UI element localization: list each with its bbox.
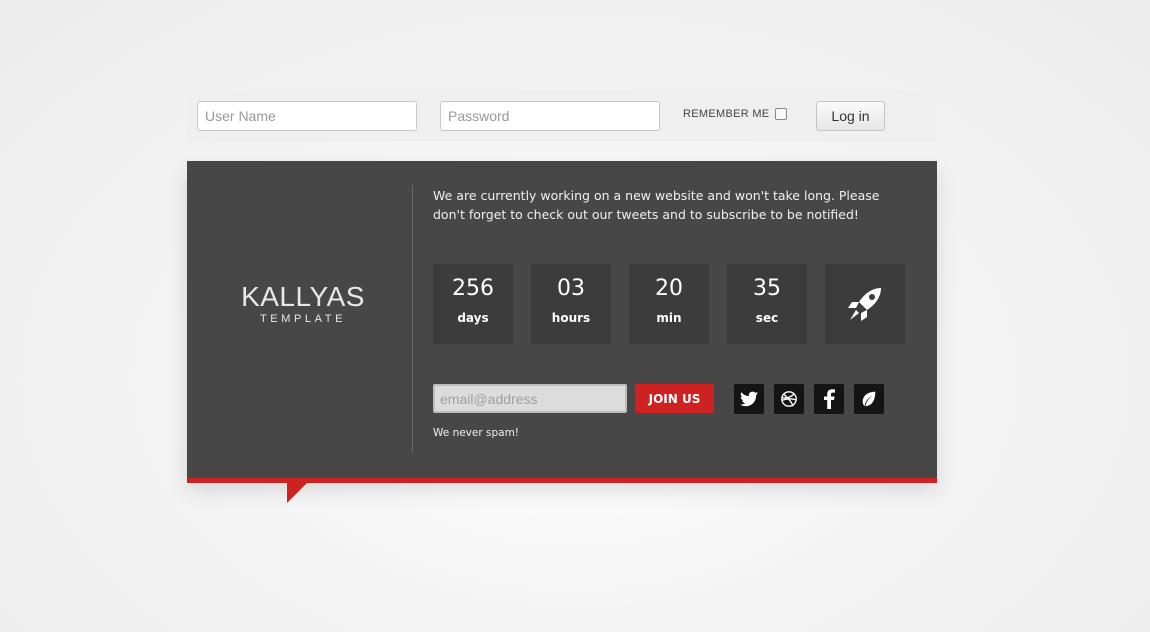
- username-input[interactable]: [197, 101, 417, 131]
- status-message: We are currently working on a new websit…: [433, 188, 880, 222]
- password-input[interactable]: [440, 101, 660, 131]
- email-input[interactable]: [433, 384, 627, 413]
- countdown-value: 20: [655, 276, 683, 301]
- rocket-box: [825, 264, 905, 344]
- leaf-link[interactable]: [854, 384, 884, 414]
- accent-arrow: [287, 483, 307, 503]
- login-button[interactable]: Log in: [816, 101, 885, 131]
- dribbble-icon: [781, 391, 797, 407]
- facebook-icon: [824, 389, 835, 409]
- logo: KALLYAS TEMPLATE: [240, 281, 366, 326]
- countdown-value: 03: [557, 276, 585, 301]
- remember-me-label: REMEMBER ME: [683, 108, 770, 120]
- countdown-value: 256: [452, 276, 494, 301]
- dribbble-link[interactable]: [774, 384, 804, 414]
- countdown-unit: sec: [755, 311, 779, 325]
- twitter-link[interactable]: [734, 384, 764, 414]
- rocket-icon: [848, 288, 881, 321]
- vertical-divider: [412, 185, 413, 453]
- logo-subtitle: TEMPLATE: [259, 313, 347, 325]
- leaf-icon: [862, 391, 876, 407]
- countdown-minutes: 20 min: [629, 264, 709, 344]
- countdown-value: 35: [753, 276, 781, 301]
- join-us-button[interactable]: JOIN US: [635, 384, 714, 413]
- countdown-unit: min: [656, 311, 682, 325]
- login-bar: REMEMBER ME Log in: [187, 90, 937, 141]
- remember-me-checkbox[interactable]: [775, 108, 787, 120]
- coming-soon-panel: KALLYAS TEMPLATE We are currently workin…: [187, 161, 937, 478]
- twitter-icon: [740, 391, 758, 407]
- countdown-hours: 03 hours: [531, 264, 611, 344]
- countdown-days: 256 days: [433, 264, 513, 344]
- countdown-seconds: 35 sec: [727, 264, 807, 344]
- facebook-link[interactable]: [814, 384, 844, 414]
- logo-name: KALLYAS: [241, 281, 365, 312]
- countdown-unit: hours: [551, 311, 591, 325]
- spam-note: We never spam!: [433, 427, 520, 439]
- countdown-unit: days: [457, 311, 489, 325]
